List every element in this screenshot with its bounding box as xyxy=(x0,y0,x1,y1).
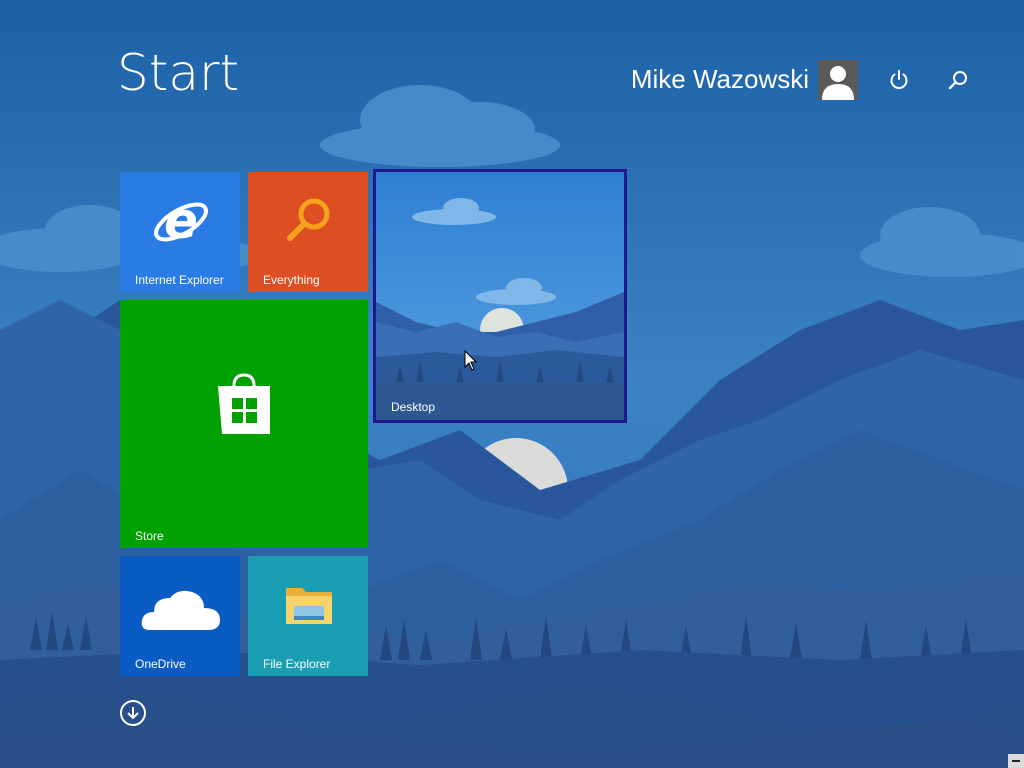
page-title: Start xyxy=(117,44,240,102)
person-silhouette-icon xyxy=(822,66,854,100)
mouse-cursor-icon xyxy=(464,350,478,371)
tile-label: OneDrive xyxy=(135,657,186,671)
user-name[interactable]: Mike Wazowski xyxy=(631,64,809,95)
power-icon[interactable] xyxy=(884,65,914,95)
user-avatar-icon[interactable] xyxy=(818,60,858,100)
tile-label: File Explorer xyxy=(263,657,331,671)
tile-desktop[interactable]: Desktop xyxy=(373,169,627,423)
svg-text:e: e xyxy=(164,192,198,250)
search-icon[interactable] xyxy=(943,65,973,95)
tile-label: Desktop xyxy=(391,400,436,414)
tile-everything[interactable]: Everything xyxy=(248,172,368,292)
minimize-corner-button[interactable] xyxy=(1008,754,1024,768)
tile-label: Internet Explorer xyxy=(135,273,224,287)
tile-label: Store xyxy=(135,529,164,543)
store-bag-icon xyxy=(218,373,270,434)
tile-store[interactable]: Store xyxy=(120,300,368,548)
internet-explorer-icon: e xyxy=(154,192,208,250)
tile-onedrive[interactable]: OneDrive xyxy=(120,556,240,676)
folder-icon xyxy=(286,588,332,624)
tile-file-explorer[interactable]: File Explorer xyxy=(248,556,368,676)
tile-label: Everything xyxy=(263,273,320,287)
cloud-icon xyxy=(141,590,220,630)
arrow-down-circle-icon[interactable] xyxy=(120,700,146,726)
magnifier-icon xyxy=(287,198,330,241)
desktop-wallpaper-preview xyxy=(376,172,624,420)
tile-internet-explorer[interactable]: e Internet Explorer xyxy=(120,172,240,292)
